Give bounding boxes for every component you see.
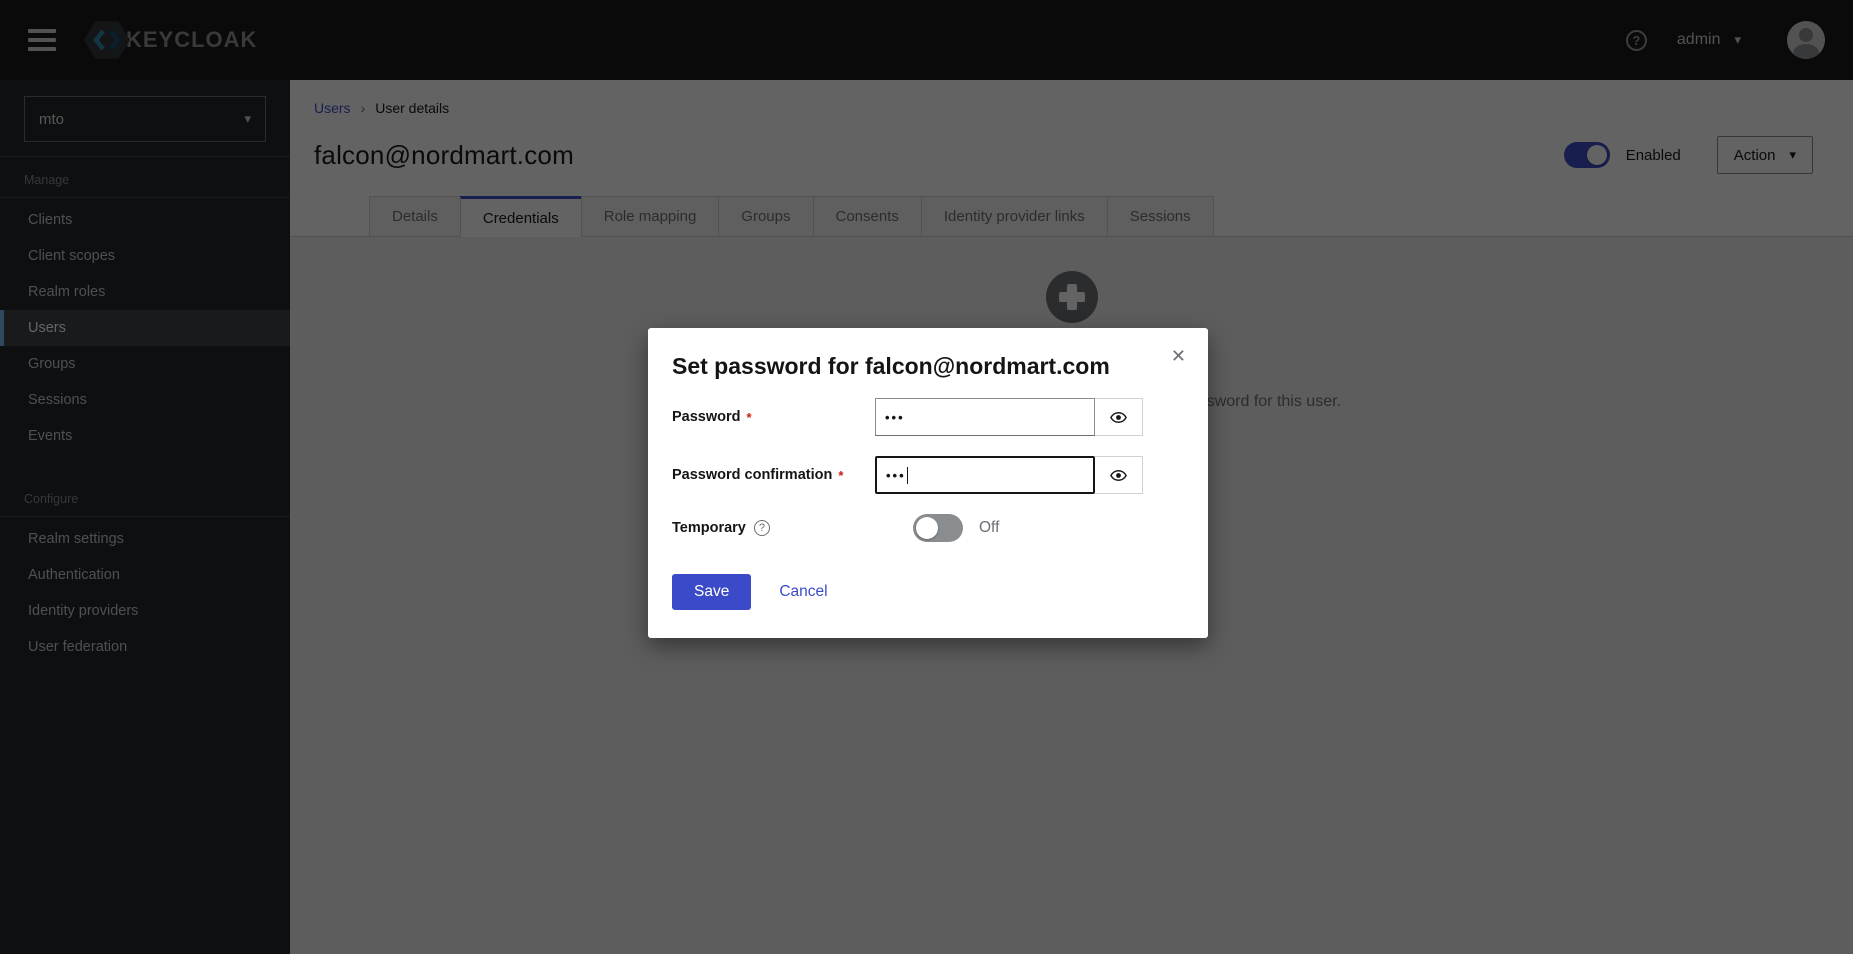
- temporary-toggle[interactable]: [913, 514, 963, 542]
- required-marker: *: [747, 410, 752, 425]
- modal-title: Set password for falcon@nordmart.com: [672, 352, 1184, 380]
- show-password-confirmation-button[interactable]: [1095, 456, 1143, 494]
- password-input[interactable]: •••: [875, 398, 1095, 436]
- text-cursor: [907, 467, 909, 484]
- password-row: Password * •••: [672, 398, 1184, 436]
- required-marker: *: [838, 468, 843, 483]
- show-password-button[interactable]: [1095, 398, 1143, 436]
- eye-icon: [1110, 467, 1127, 484]
- cancel-button[interactable]: Cancel: [779, 583, 827, 601]
- save-button[interactable]: Save: [672, 574, 751, 610]
- password-label: Password: [672, 409, 741, 425]
- password-confirmation-input[interactable]: •••: [875, 456, 1095, 494]
- password-confirmation-row: Password confirmation * •••: [672, 456, 1184, 494]
- temporary-state-label: Off: [979, 519, 999, 537]
- password-confirmation-label: Password confirmation: [672, 467, 832, 483]
- temporary-label: Temporary: [672, 520, 746, 536]
- eye-icon: [1110, 409, 1127, 426]
- set-password-modal: Set password for falcon@nordmart.com ✕ P…: [648, 328, 1208, 638]
- question-circle-icon[interactable]: ?: [754, 520, 770, 536]
- temporary-row: Temporary ? Off: [672, 514, 1184, 542]
- close-icon[interactable]: ✕: [1171, 346, 1186, 367]
